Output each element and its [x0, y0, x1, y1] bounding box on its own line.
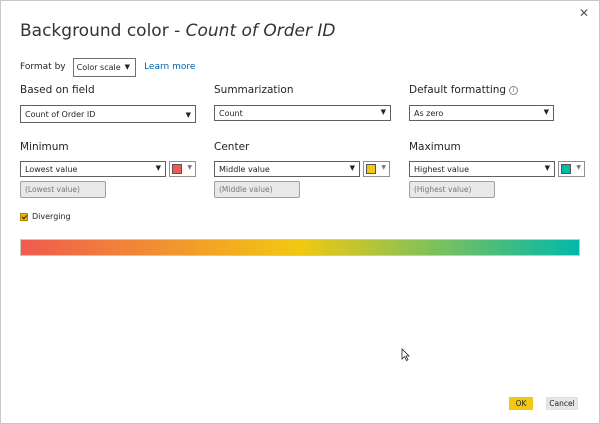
diverging-checkbox[interactable] [20, 212, 28, 221]
learn-more-link[interactable]: Learn more [144, 62, 195, 72]
based-on-field-value: Count of Order ID [25, 109, 96, 119]
format-by-row: Format by Color scale ▼ Learn more [20, 57, 195, 77]
caret-down-icon: ▼ [544, 164, 550, 172]
mouse-cursor-icon [401, 348, 410, 361]
minimum-label: Minimum [20, 141, 69, 153]
caret-down-icon: ▼ [124, 63, 131, 71]
caret-down-icon: ▼ [576, 164, 581, 171]
caret-down-icon: ▼ [349, 164, 355, 172]
minimum-value: Lowest value [25, 164, 78, 174]
info-icon[interactable]: i [509, 86, 519, 95]
caret-down-icon: ▼ [155, 164, 161, 172]
maximum-dropdown[interactable]: Highest value ▼ [409, 161, 555, 177]
title-prefix: Background color - [20, 21, 186, 41]
center-label: Center [214, 141, 250, 153]
format-by-value: Color scale [76, 62, 121, 72]
maximum-label: Maximum [409, 141, 461, 153]
maximum-color-picker[interactable]: ▼ [558, 161, 585, 177]
dialog-title: Background color - Count of Order ID [20, 21, 335, 41]
center-value-input[interactable]: (Middle value) [214, 181, 300, 198]
based-on-field-label: Based on field [20, 84, 95, 96]
diverging-option[interactable]: Diverging [20, 212, 71, 221]
center-dropdown[interactable]: Middle value ▼ [214, 161, 360, 177]
minimum-dropdown[interactable]: Lowest value ▼ [20, 161, 166, 177]
maximum-color-swatch [561, 164, 571, 174]
center-color-swatch [366, 164, 376, 174]
ok-button[interactable]: OK [509, 397, 533, 410]
maximum-value: Highest value [414, 164, 470, 174]
caret-down-icon: ▼ [543, 108, 549, 116]
background-color-dialog: ✕ Background color - Count of Order ID F… [0, 0, 600, 424]
caret-down-icon: ▼ [187, 164, 192, 171]
summarization-dropdown[interactable]: Count ▼ [214, 105, 391, 121]
default-formatting-label: Default formatting [409, 84, 507, 96]
diverging-label: Diverging [32, 212, 71, 221]
based-on-field-dropdown[interactable]: Count of Order ID ▼ [20, 105, 196, 123]
caret-down-icon: ▼ [380, 108, 386, 116]
default-formatting-dropdown[interactable]: As zero ▼ [409, 105, 554, 121]
title-field-name: Count of Order ID [185, 21, 336, 41]
minimum-color-swatch [172, 164, 182, 174]
maximum-value-input[interactable]: (Highest value) [409, 181, 495, 198]
caret-down-icon: ▼ [381, 164, 386, 171]
summarization-label: Summarization [214, 84, 294, 96]
default-formatting-value: As zero [414, 108, 444, 118]
summarization-value: Count [219, 108, 243, 118]
minimum-value-input[interactable]: (Lowest value) [20, 181, 106, 198]
format-by-label: Format by [20, 62, 66, 72]
format-by-dropdown[interactable]: Color scale ▼ [72, 57, 137, 77]
minimum-color-picker[interactable]: ▼ [169, 161, 196, 177]
center-value: Middle value [219, 164, 270, 174]
default-formatting-label-wrap: Default formatting i [409, 84, 519, 96]
center-color-picker[interactable]: ▼ [363, 161, 390, 177]
cancel-button[interactable]: Cancel [546, 397, 578, 410]
color-scale-preview [20, 239, 580, 256]
close-icon[interactable]: ✕ [579, 7, 589, 19]
caret-down-icon: ▼ [185, 111, 191, 119]
